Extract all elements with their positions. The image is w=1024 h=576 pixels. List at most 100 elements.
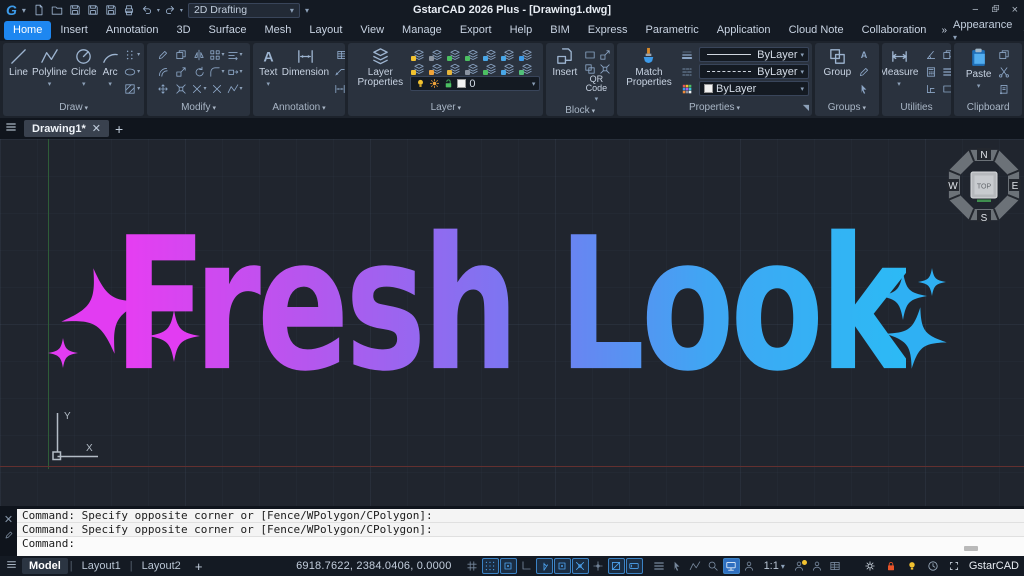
ribbon-tab-bim[interactable]: BIM bbox=[541, 21, 579, 40]
panel-label-annotation[interactable]: Annotation bbox=[253, 102, 346, 116]
command-close-icon[interactable]: ✕ bbox=[4, 513, 13, 526]
settings-gear-icon[interactable] bbox=[862, 558, 879, 574]
panel-label-clipboard[interactable]: Clipboard bbox=[954, 102, 1022, 116]
gstarcad-logo-icon[interactable]: G bbox=[6, 3, 17, 17]
array-icon[interactable]: ▾ bbox=[208, 46, 225, 63]
ellipse-icon[interactable]: ▾ bbox=[124, 63, 141, 80]
command-history-line[interactable]: Command: Specify opposite corner or [Fen… bbox=[17, 509, 1024, 523]
ribbon-tab-help[interactable]: Help bbox=[501, 21, 542, 40]
command-history-line[interactable]: Command: Specify opposite corner or [Fen… bbox=[17, 523, 1024, 537]
tab-close-icon[interactable]: ✕ bbox=[92, 122, 101, 135]
ribbon-tab-surface[interactable]: Surface bbox=[200, 21, 256, 40]
panel-label-properties[interactable]: Properties◥ bbox=[617, 102, 812, 116]
layer-properties-button[interactable]: Layer Properties bbox=[352, 46, 408, 102]
command-edit-icon[interactable] bbox=[4, 530, 14, 543]
status-menu-icon[interactable] bbox=[5, 559, 18, 573]
restore-button[interactable] bbox=[991, 4, 1000, 16]
scale-icon[interactable] bbox=[172, 63, 189, 80]
annotation-auto-icon[interactable] bbox=[791, 558, 808, 574]
workspace-list-icon[interactable] bbox=[827, 558, 844, 574]
new-file-icon[interactable] bbox=[31, 2, 47, 18]
object-snap-icon[interactable] bbox=[554, 558, 571, 574]
full-screen-icon[interactable] bbox=[946, 558, 963, 574]
save-as-icon[interactable] bbox=[85, 2, 101, 18]
trim-icon[interactable]: ▾ bbox=[190, 80, 207, 97]
measure-button[interactable]: Measure bbox=[882, 46, 921, 102]
panel-label-modify[interactable]: Modify bbox=[147, 102, 249, 116]
copy-base-icon[interactable] bbox=[995, 80, 1012, 97]
layer-previous-icon[interactable] bbox=[464, 60, 481, 77]
polar-tracking-icon[interactable] bbox=[536, 558, 553, 574]
grid-display-icon[interactable] bbox=[482, 558, 499, 574]
explode-icon[interactable] bbox=[172, 80, 189, 97]
color-palette-icon[interactable] bbox=[679, 80, 696, 97]
command-line-area[interactable]: Command: Specify opposite corner or [Fen… bbox=[17, 509, 1024, 556]
ortho-mode-icon[interactable] bbox=[518, 558, 535, 574]
ribbon-tab-annotation[interactable]: Annotation bbox=[97, 21, 168, 40]
annotation-scale-control[interactable]: 1:1▾ bbox=[762, 560, 787, 572]
erase-icon[interactable] bbox=[154, 46, 171, 63]
angle-icon[interactable] bbox=[922, 46, 939, 63]
cut-icon[interactable] bbox=[995, 63, 1012, 80]
ribbon-tab-parametric[interactable]: Parametric bbox=[637, 21, 708, 40]
drawing-canvas[interactable]: Fresh Look N E S W TOP bbox=[0, 139, 1024, 506]
stretch-icon[interactable]: ▾ bbox=[226, 63, 243, 80]
layer-select[interactable]: 0 ▾ bbox=[410, 76, 540, 91]
fillet-icon[interactable]: ▾ bbox=[208, 63, 225, 80]
ribbon-tab-export[interactable]: Export bbox=[451, 21, 501, 40]
security-lock-icon[interactable] bbox=[883, 558, 900, 574]
dim-style-icon[interactable]: ▾ bbox=[333, 80, 345, 97]
sheet-menu-icon[interactable] bbox=[4, 121, 18, 136]
layer-walk-icon[interactable] bbox=[518, 60, 535, 77]
layer-stack-icon[interactable] bbox=[939, 63, 951, 80]
zoom-search-icon[interactable] bbox=[705, 558, 722, 574]
annotation-visibility-icon[interactable] bbox=[741, 558, 758, 574]
ribbon-tab-view[interactable]: View bbox=[351, 21, 393, 40]
open-file-icon[interactable] bbox=[49, 2, 65, 18]
selection-cursor-icon[interactable] bbox=[669, 558, 686, 574]
ribbon-tab-home[interactable]: Home bbox=[4, 21, 51, 40]
linetype-select[interactable]: ByLayer▾ bbox=[699, 64, 809, 79]
block-explode-icon[interactable] bbox=[596, 60, 613, 77]
arc-button[interactable]: Arc bbox=[99, 46, 122, 102]
circle-button[interactable]: Circle bbox=[69, 46, 99, 102]
dimension-button[interactable]: Dimension bbox=[280, 46, 331, 102]
offset-icon[interactable] bbox=[154, 63, 171, 80]
color-select[interactable]: ByLayer▾ bbox=[699, 81, 809, 96]
close-button[interactable]: × bbox=[1012, 5, 1018, 16]
ribbon-tab-manage[interactable]: Manage bbox=[393, 21, 451, 40]
save-all-icon[interactable] bbox=[103, 2, 119, 18]
lineweight-select[interactable]: ByLayer▾ bbox=[699, 47, 809, 62]
ribbon-tab-insert[interactable]: Insert bbox=[51, 21, 97, 40]
dynamic-input-icon[interactable] bbox=[626, 558, 643, 574]
line-button[interactable]: Line bbox=[7, 46, 30, 102]
layout-tab-layout1[interactable]: Layout1 bbox=[75, 558, 128, 574]
linetype-list-icon[interactable] bbox=[679, 63, 696, 80]
insert-block-button[interactable]: Insert bbox=[550, 46, 579, 105]
logo-menu-chevron-icon[interactable]: ▾ bbox=[22, 6, 26, 15]
ribbon-tabs-overflow-icon[interactable]: » bbox=[935, 25, 953, 36]
new-tab-button[interactable]: + bbox=[115, 121, 123, 137]
calculator-icon[interactable] bbox=[922, 63, 939, 80]
object-snap-tracking-icon[interactable] bbox=[590, 558, 607, 574]
group-select-icon[interactable] bbox=[855, 80, 872, 97]
copy-icon[interactable] bbox=[172, 46, 189, 63]
ribbon-tab-3d[interactable]: 3D bbox=[167, 21, 199, 40]
command-scrollbar[interactable] bbox=[964, 546, 978, 551]
snap-grid-icon[interactable] bbox=[464, 558, 481, 574]
layer-match-icon[interactable] bbox=[446, 60, 463, 77]
align-icon[interactable]: ▾ bbox=[226, 46, 243, 63]
rotate-icon[interactable] bbox=[190, 63, 207, 80]
paste-button[interactable]: Paste bbox=[964, 46, 994, 102]
dynamic-ucs-icon[interactable] bbox=[608, 558, 625, 574]
undo-icon[interactable] bbox=[139, 2, 155, 18]
toolbar-options-icon[interactable]: ▾ bbox=[305, 6, 309, 15]
layer-unlock-icon[interactable] bbox=[410, 60, 427, 77]
break-icon[interactable] bbox=[208, 80, 225, 97]
qr-code-button[interactable]: QR Code bbox=[581, 74, 611, 105]
group-edit-icon[interactable] bbox=[855, 63, 872, 80]
layout-tab-layout2[interactable]: Layout2 bbox=[135, 558, 188, 574]
ribbon-tab-application[interactable]: Application bbox=[708, 21, 780, 40]
group-name-icon[interactable] bbox=[855, 46, 872, 63]
workspace-selector[interactable]: 2D Drafting ▾ bbox=[188, 3, 300, 18]
